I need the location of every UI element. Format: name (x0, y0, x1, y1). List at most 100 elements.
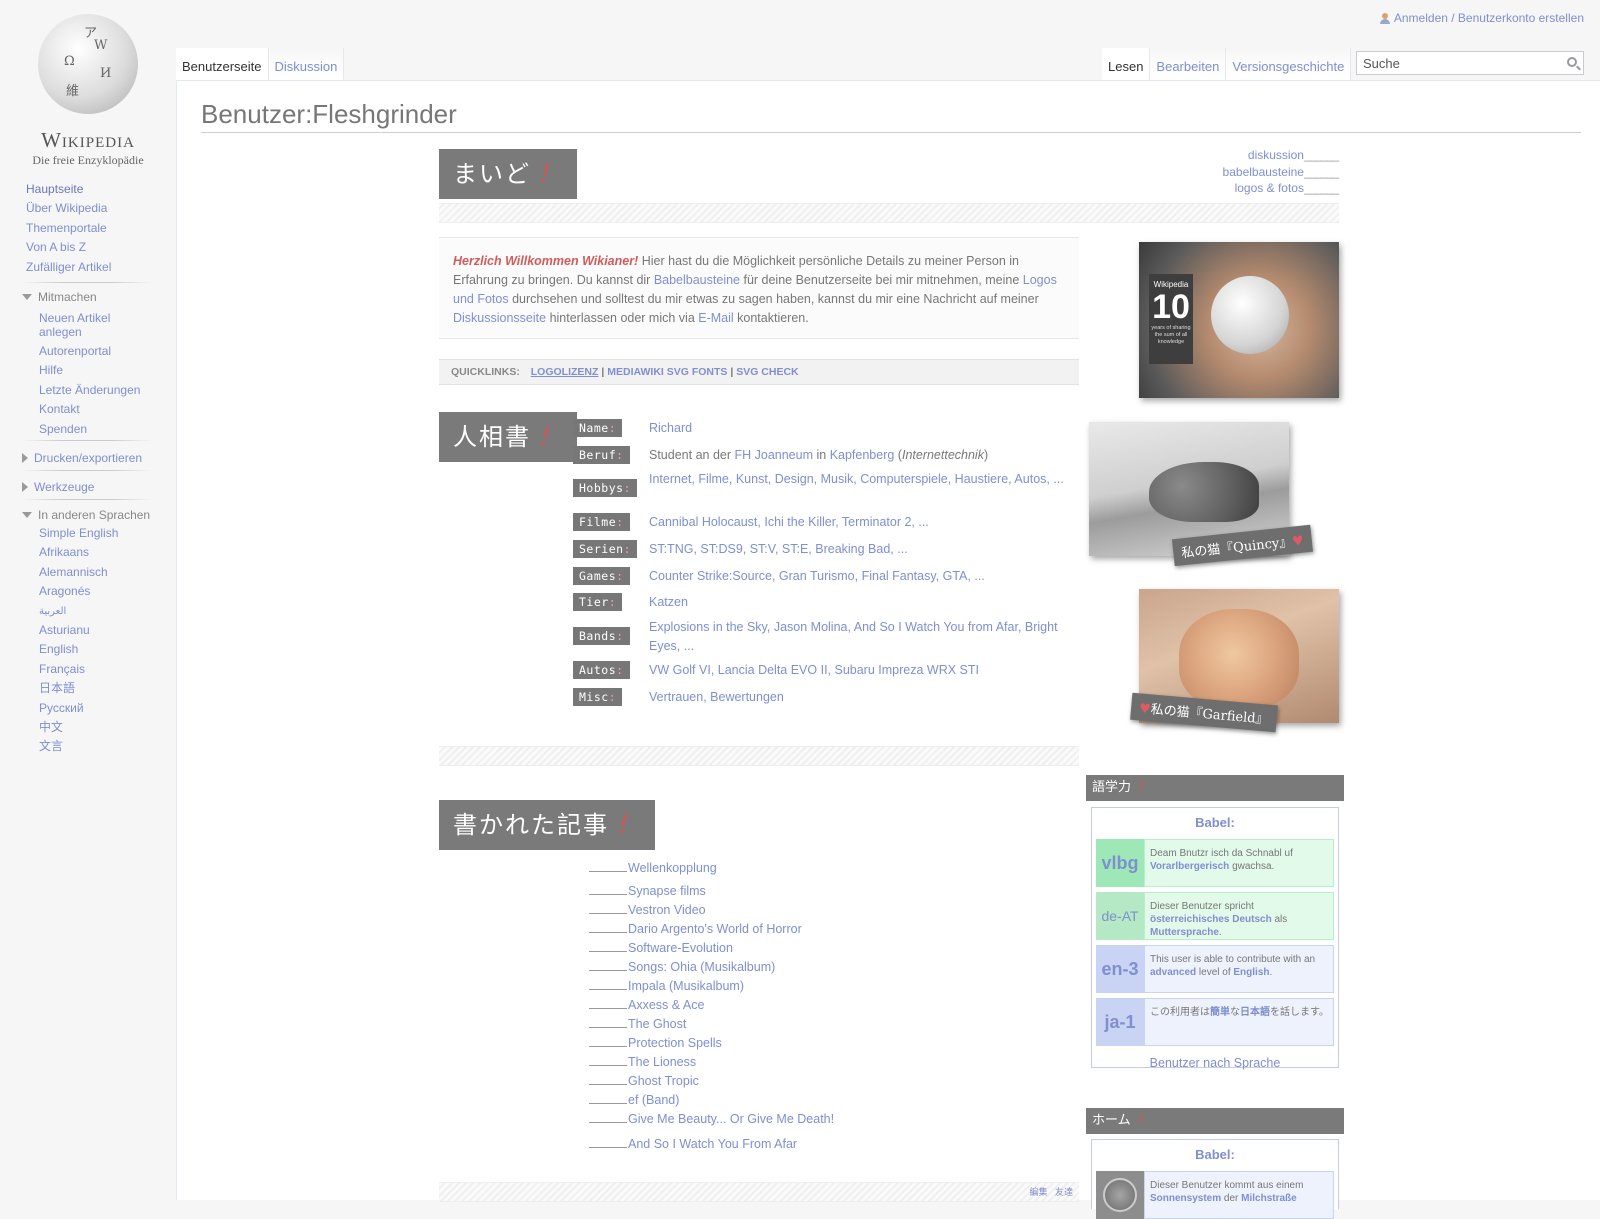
friends-link[interactable]: 友達 (1055, 1187, 1073, 1197)
nav-ueber-wikipedia[interactable]: Über Wikipedia (26, 199, 154, 218)
tab-benutzerseite[interactable]: Benutzerseite (176, 48, 269, 80)
link-diskussion[interactable]: diskussion (1248, 148, 1304, 162)
portal-werkzeuge-toggle[interactable]: Werkzeuge (22, 480, 94, 494)
nav-kontakt[interactable]: Kontakt (39, 400, 154, 419)
article-link[interactable]: Axxess & Ace (628, 998, 704, 1012)
article-link[interactable]: Dario Argento's World of Horror (628, 922, 802, 936)
profile-value[interactable]: Counter Strike:Source, Gran Turismo, Fin… (649, 567, 1073, 586)
edit-link[interactable]: 編集 (1029, 1187, 1047, 1197)
babel-link[interactable]: advanced (1150, 967, 1196, 978)
link-babelbausteine[interactable]: babelbausteine (1223, 165, 1304, 179)
profile-value[interactable]: Katzen (649, 593, 1073, 612)
portal-sprachen-toggle[interactable]: In anderen Sprachen (22, 508, 150, 522)
article-link[interactable]: Impala (Musikalbum) (628, 979, 744, 993)
babel-link[interactable]: Milchstraße (1241, 1193, 1297, 1204)
article-link[interactable]: The Ghost (628, 1017, 686, 1031)
nav-neuen-artikel[interactable]: Neuen Artikel anlegen (39, 309, 154, 342)
profile-value[interactable]: VW Golf VI, Lancia Delta EVO II, Subaru … (649, 661, 1073, 680)
babel-footer-link[interactable]: Benutzer nach Sprache (1096, 1056, 1334, 1076)
babel-title[interactable]: Babel: (1096, 812, 1334, 834)
lang-asturianu[interactable]: Asturianu (39, 621, 154, 640)
nav-zufaelliger-artikel[interactable]: Zufälliger Artikel (26, 258, 154, 277)
heading-text: 語学力 (1092, 780, 1132, 795)
nav-letzte-aenderungen[interactable]: Letzte Änderungen (39, 381, 154, 400)
babel-code[interactable]: en-3 (1096, 945, 1144, 993)
babel-link[interactable]: Sonnensystem (1150, 1193, 1221, 1204)
article-link[interactable]: The Lioness (628, 1055, 696, 1069)
profile-value[interactable]: Explosions in the Sky, Jason Molina, And… (649, 618, 1073, 656)
babel-link[interactable]: Vorarlbergerisch (1150, 861, 1229, 872)
nav-themenportale[interactable]: Themenportale (26, 219, 154, 238)
tab-lesen[interactable]: Lesen (1102, 48, 1151, 80)
tab-bearbeiten[interactable]: Bearbeiten (1150, 48, 1227, 80)
article-link[interactable]: Ghost Tropic (628, 1074, 699, 1088)
list-item: Impala (Musikalbum) (589, 978, 744, 993)
babel-code[interactable] (1096, 1171, 1144, 1219)
portal-mitmachen-toggle[interactable]: Mitmachen (22, 290, 97, 304)
article-link[interactable]: ef (Band) (628, 1093, 679, 1107)
wikipedia-logo[interactable]: Ω W И 維 ア Wikipedia Die freie Enzyklopäd… (22, 14, 154, 167)
quicklinks-label: QUICKLINKS: (451, 366, 520, 378)
link-email[interactable]: E-Mail (698, 311, 733, 325)
profile-key: Autos: (573, 661, 630, 679)
profile-value[interactable]: Internet, Filme, Kunst, Design, Musik, C… (649, 470, 1073, 489)
caption-text: 私の猫『Quincy』 (1180, 534, 1293, 562)
profile-value[interactable]: Richard (649, 419, 1073, 438)
lang-afrikaans[interactable]: Afrikaans (39, 543, 154, 562)
article-link[interactable]: And So I Watch You From Afar (628, 1137, 797, 1151)
article-link[interactable]: Software-Evolution (628, 941, 733, 955)
babel-box: Babel: vlbg Deam Bnutzr isch da Schnabl … (1091, 807, 1339, 1070)
lang-simple-english[interactable]: Simple English (39, 524, 154, 543)
lang-wenyan[interactable]: 文言 (39, 737, 154, 756)
babel-link[interactable]: 簡単 (1210, 1007, 1230, 1018)
lang-francais[interactable]: Français (39, 660, 154, 679)
nav-hauptseite[interactable]: Hauptseite (26, 180, 154, 199)
article-link[interactable]: Protection Spells (628, 1036, 722, 1050)
nav-hilfe[interactable]: Hilfe (39, 361, 154, 380)
link-kapfenberg[interactable]: Kapfenberg (830, 448, 895, 462)
babel-link[interactable]: österreichisches Deutsch (1150, 914, 1272, 925)
profile-value[interactable]: ST:TNG, ST:DS9, ST:V, ST:E, Breaking Bad… (649, 540, 1073, 559)
lang-english[interactable]: English (39, 640, 154, 659)
babel-link[interactable]: Muttersprache (1150, 927, 1219, 938)
babel-code[interactable]: de-AT (1096, 892, 1144, 940)
portal-drucken-toggle[interactable]: Drucken/exportieren (22, 451, 142, 465)
article-link[interactable]: Synapse films (628, 884, 706, 898)
link-fh-joanneum[interactable]: FH Joanneum (734, 448, 813, 462)
lang-chinese[interactable]: 中文 (39, 718, 154, 737)
lang-russian[interactable]: Русский (39, 699, 154, 718)
nav-a-bis-z[interactable]: Von A bis Z (26, 238, 154, 257)
profile-value[interactable]: Vertrauen, Bewertungen (649, 688, 1073, 707)
article-link[interactable]: Wellenkopplung (628, 861, 717, 875)
tab-versionsgeschichte[interactable]: Versionsgeschichte (1226, 48, 1352, 80)
article-link[interactable]: Give Me Beauty... Or Give Me Death! (628, 1112, 834, 1126)
quicklink-svg-check[interactable]: SVG CHECK (736, 366, 798, 378)
article-link[interactable]: Songs: Ohia (Musikalbum) (628, 960, 775, 974)
babel-link[interactable]: 日本語 (1240, 1007, 1270, 1018)
babel-link[interactable]: English (1233, 967, 1269, 978)
lang-japanese[interactable]: 日本語 (39, 679, 154, 698)
babel-title[interactable]: Babel: (1096, 1144, 1334, 1166)
link-babelbausteine-inline[interactable]: Babelbausteine (654, 273, 740, 287)
login-link[interactable]: Anmelden / Benutzerkonto erstellen (1394, 11, 1584, 25)
babel-code[interactable]: vlbg (1096, 839, 1144, 887)
nav-spenden[interactable]: Spenden (39, 420, 154, 439)
lang-arabic[interactable]: العربية (39, 602, 154, 621)
quicklink-logolizenz[interactable]: LOGOLIZENZ (531, 366, 599, 378)
nav-autorenportal[interactable]: Autorenportal (39, 342, 154, 361)
babel-desc: Dieser Benutzer spricht österreichisches… (1144, 892, 1334, 940)
profile-value[interactable]: Cannibal Holocaust, Ichi the Killer, Ter… (649, 513, 1073, 532)
search-icon[interactable] (1567, 57, 1577, 67)
tab-diskussion[interactable]: Diskussion (268, 48, 345, 80)
underline-deco: ______ (1303, 164, 1339, 179)
lang-aragones[interactable]: Aragonés (39, 582, 154, 601)
article-link[interactable]: Vestron Video (628, 903, 706, 917)
babel-code[interactable]: ja-1 (1096, 998, 1144, 1046)
quicklink-mediawiki-svg-fonts[interactable]: MEDIAWIKI SVG FONTS (607, 366, 727, 378)
link-logos-fotos[interactable]: logos & fotos (1235, 181, 1304, 195)
section-heading-articles: 書かれた記事！ (439, 800, 655, 850)
wikipedia-10-photo[interactable]: Wikipedia 10 years of sharing the sum of… (1139, 242, 1339, 398)
lang-alemannisch[interactable]: Alemannisch (39, 563, 154, 582)
search-input[interactable]: Suche (1356, 51, 1584, 75)
link-diskussionsseite[interactable]: Diskussionsseite (453, 311, 546, 325)
